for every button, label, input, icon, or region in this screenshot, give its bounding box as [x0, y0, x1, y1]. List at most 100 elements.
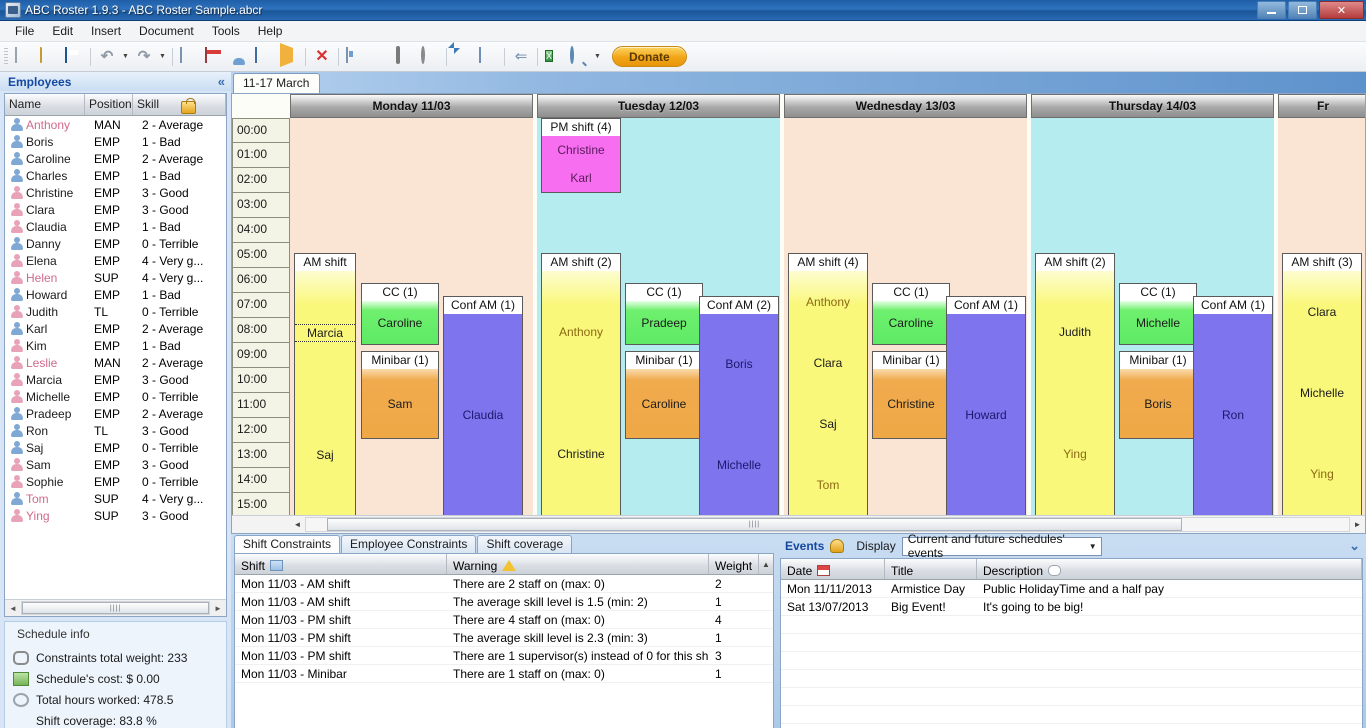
employee-row[interactable]: Saj EMP 0 - Terrible: [5, 439, 226, 456]
employee-list[interactable]: Anthony MAN 2 - Average Boris EMP 1 - Bad Caro…: [5, 116, 226, 599]
day-header[interactable]: Tuesday 12/03: [537, 94, 780, 118]
employee-row[interactable]: Helen SUP 4 - Very g...: [5, 269, 226, 286]
employee-row[interactable]: Boris EMP 1 - Bad: [5, 133, 226, 150]
assignee-name[interactable]: Clara: [789, 356, 867, 370]
assignee-name[interactable]: Marcia: [295, 324, 355, 342]
column-header-shift[interactable]: Shift: [235, 554, 447, 574]
assignee-name[interactable]: Sam: [362, 397, 438, 411]
menu-item-help[interactable]: Help: [249, 22, 292, 40]
assignee-name[interactable]: Claudia: [444, 408, 522, 422]
donate-button[interactable]: Donate: [612, 46, 687, 67]
assignee-name[interactable]: Judith: [1036, 325, 1114, 339]
employee-row[interactable]: Danny EMP 0 - Terrible: [5, 235, 226, 252]
constraint-row[interactable]: Mon 11/03 - Minibar There are 1 staff on …: [235, 665, 773, 683]
column-header-date[interactable]: Date: [781, 559, 885, 579]
undo-button[interactable]: ↶: [95, 45, 119, 69]
column-header-warning[interactable]: Warning: [447, 554, 709, 574]
shift-block[interactable]: Minibar (1) Sam: [361, 351, 439, 439]
add-shift-button[interactable]: [252, 45, 276, 69]
assignee-name[interactable]: Karl: [542, 171, 620, 185]
employee-row[interactable]: Charles EMP 1 - Bad: [5, 167, 226, 184]
assignee-name[interactable]: Michelle: [1283, 386, 1361, 400]
assignee-name[interactable]: Anthony: [789, 295, 867, 309]
solve-button[interactable]: [451, 45, 475, 69]
schedule-hscrollbar[interactable]: ◄ |||| ►: [232, 515, 1365, 533]
assignee-name[interactable]: Michelle: [1120, 316, 1196, 330]
day-column[interactable]: AM shift (4) Anthony Clara Saj Tom CC (1) Caro…: [784, 118, 1027, 515]
employee-row[interactable]: Pradeep EMP 2 - Average: [5, 405, 226, 422]
scroll-left-arrow-icon[interactable]: ◄: [5, 604, 21, 613]
assignee-name[interactable]: Howard: [947, 408, 1025, 422]
constraints-scroll-up-arrow-icon[interactable]: ▲: [759, 554, 773, 574]
assignee-name[interactable]: Anthony: [542, 325, 620, 339]
day-header[interactable]: Thursday 14/03: [1031, 94, 1274, 118]
events-filter-select[interactable]: Current and future schedules' events ▼: [901, 532, 1102, 560]
constraints-tab[interactable]: Shift coverage: [477, 535, 573, 553]
shift-block[interactable]: AM shift (2) Marcia Saj: [294, 253, 356, 515]
employee-row[interactable]: Marcia EMP 3 - Good: [5, 371, 226, 388]
schedule-hscroll-track[interactable]: ||||: [305, 517, 1350, 532]
assignee-name[interactable]: Ying: [1036, 447, 1114, 461]
add-schedule-button[interactable]: [177, 45, 201, 69]
employee-row[interactable]: Elena EMP 4 - Very g...: [5, 252, 226, 269]
employees-hscroll-track[interactable]: ||||: [21, 601, 210, 615]
constraints-tab[interactable]: Shift Constraints: [234, 535, 341, 553]
employee-row[interactable]: Howard EMP 1 - Bad: [5, 286, 226, 303]
column-header-position[interactable]: Position: [85, 94, 133, 115]
events-table-rows[interactable]: Mon 11/11/2013 Armistice Day Public Holida…: [781, 580, 1362, 728]
day-columns[interactable]: AM shift (2)MarciaSajCC (1)CarolineMinib…: [290, 118, 1365, 515]
assignee-name[interactable]: Michelle: [700, 458, 778, 472]
assignee-name[interactable]: Boris: [1120, 397, 1196, 411]
assignee-name[interactable]: Ron: [1194, 408, 1272, 422]
shift-constraints-rows[interactable]: Mon 11/03 - AM shift There are 2 staff on…: [235, 575, 773, 728]
new-window-button[interactable]: [476, 45, 500, 69]
employee-row[interactable]: Judith TL 0 - Terrible: [5, 303, 226, 320]
day-column[interactable]: AM shift (3) Clara Michelle Ying: [1278, 118, 1365, 515]
redo-button[interactable]: ↷: [132, 45, 156, 69]
column-header-description[interactable]: Description: [977, 559, 1362, 579]
scroll-right-arrow-icon[interactable]: ►: [210, 604, 226, 613]
constraint-row[interactable]: Mon 11/03 - PM shift There are 4 staff on…: [235, 611, 773, 629]
constraints-button[interactable]: [393, 45, 417, 69]
save-document-button[interactable]: [62, 45, 86, 69]
assignee-name[interactable]: Saj: [295, 448, 355, 462]
menu-item-document[interactable]: Document: [130, 22, 203, 40]
add-task-button[interactable]: [277, 42, 301, 69]
lock-icon[interactable]: [181, 98, 197, 114]
day-header[interactable]: Monday 11/03: [290, 94, 533, 118]
employee-row[interactable]: Ron TL 3 - Good: [5, 422, 226, 439]
shift-block[interactable]: AM shift (3) Clara Michelle Ying: [1282, 253, 1362, 515]
day-header[interactable]: Wednesday 13/03: [784, 94, 1027, 118]
zoom-dropdown-button[interactable]: ▼: [592, 45, 603, 69]
constraint-row[interactable]: Mon 11/03 - AM shift The average skill le…: [235, 593, 773, 611]
employee-row[interactable]: Clara EMP 3 - Good: [5, 201, 226, 218]
shift-block[interactable]: Conf AM (1) Howard: [946, 296, 1026, 515]
employee-row[interactable]: Tom SUP 4 - Very g...: [5, 490, 226, 507]
scroll-right-arrow-icon[interactable]: ►: [1350, 520, 1365, 529]
constraint-row[interactable]: Mon 11/03 - AM shift There are 2 staff on…: [235, 575, 773, 593]
maximize-button[interactable]: [1288, 1, 1317, 19]
shift-block[interactable]: CC (1) Michelle: [1119, 283, 1197, 345]
constraint-row[interactable]: Mon 11/03 - PM shift There are 1 supervis…: [235, 647, 773, 665]
scroll-left-arrow-icon[interactable]: ◄: [290, 520, 305, 529]
undo-dropdown-button[interactable]: ▼: [120, 45, 131, 69]
toolbar-grip[interactable]: [4, 47, 8, 66]
employee-row[interactable]: Michelle EMP 0 - Terrible: [5, 388, 226, 405]
employees-hscroll-thumb[interactable]: ||||: [22, 602, 209, 614]
menu-item-edit[interactable]: Edit: [43, 22, 82, 40]
shift-block[interactable]: CC (1) Caroline: [361, 283, 439, 345]
employee-row[interactable]: Sophie EMP 0 - Terrible: [5, 473, 226, 490]
day-column[interactable]: PM shift (4) Christine Karl AM shift (2) Ant…: [537, 118, 780, 515]
employees-hscrollbar[interactable]: ◄ |||| ►: [5, 599, 226, 616]
assignee-name[interactable]: Christine: [542, 447, 620, 461]
tab-11-17-march[interactable]: 11-17 March: [233, 73, 321, 93]
menu-item-file[interactable]: File: [6, 22, 43, 40]
assignee-name[interactable]: Christine: [542, 143, 620, 157]
employee-row[interactable]: Karl EMP 2 - Average: [5, 320, 226, 337]
assignee-name[interactable]: Caroline: [362, 316, 438, 330]
employee-row[interactable]: Anthony MAN 2 - Average: [5, 116, 226, 133]
event-row[interactable]: Mon 11/11/2013 Armistice Day Public Holida…: [781, 580, 1362, 598]
employee-row[interactable]: Ying SUP 3 - Good: [5, 507, 226, 524]
employee-row[interactable]: Kim EMP 1 - Bad: [5, 337, 226, 354]
minimize-button[interactable]: [1257, 1, 1286, 19]
